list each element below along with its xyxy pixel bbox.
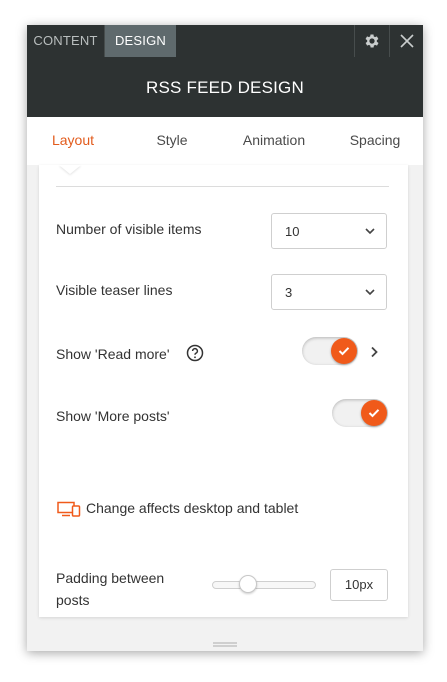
tab-spacing[interactable]: Spacing bbox=[333, 117, 417, 165]
teaser-lines-value: 3 bbox=[285, 285, 293, 300]
active-tab-pointer bbox=[59, 165, 81, 174]
desktop-tablet-icon bbox=[57, 501, 81, 517]
read-more-toggle[interactable] bbox=[302, 337, 358, 365]
checkmark-icon bbox=[338, 347, 350, 356]
read-more-label: Show 'Read more' bbox=[56, 346, 170, 362]
rss-feed-design-panel: CONTENT DESIGN RSS FEED DESIGN Layout St… bbox=[27, 25, 423, 651]
sub-tab-bar: Layout Style Animation Spacing bbox=[27, 117, 423, 165]
padding-value-input[interactable]: 10px bbox=[330, 569, 388, 601]
padding-label: Padding between posts bbox=[56, 570, 165, 608]
gear-icon bbox=[365, 34, 379, 48]
settings-button[interactable] bbox=[354, 25, 389, 57]
divider bbox=[56, 186, 389, 187]
question-circle-icon[interactable] bbox=[186, 344, 204, 362]
resize-handle-line bbox=[213, 645, 237, 647]
visible-items-label: Number of visible items bbox=[56, 221, 202, 237]
tab-style[interactable]: Style bbox=[132, 117, 212, 165]
device-note: Change affects desktop and tablet bbox=[86, 500, 299, 516]
chevron-right-icon[interactable] bbox=[370, 346, 378, 358]
more-posts-toggle[interactable] bbox=[332, 399, 388, 427]
teaser-lines-label: Visible teaser lines bbox=[56, 282, 173, 298]
chevron-down-icon bbox=[365, 289, 375, 296]
tab-design[interactable]: DESIGN bbox=[105, 25, 176, 57]
padding-slider-thumb[interactable] bbox=[239, 575, 258, 593]
close-button[interactable] bbox=[389, 25, 424, 57]
panel-title: RSS FEED DESIGN bbox=[27, 57, 423, 117]
tab-content[interactable]: CONTENT bbox=[27, 25, 105, 57]
tab-animation[interactable]: Animation bbox=[228, 117, 320, 165]
tab-layout[interactable]: Layout bbox=[27, 117, 119, 165]
padding-slider-track[interactable] bbox=[212, 581, 316, 589]
more-posts-label: Show 'More posts' bbox=[56, 408, 170, 424]
visible-items-value: 10 bbox=[285, 224, 300, 239]
close-icon bbox=[400, 34, 414, 48]
teaser-lines-select[interactable]: 3 bbox=[271, 274, 387, 310]
toggle-knob bbox=[361, 400, 387, 426]
toggle-knob bbox=[331, 338, 357, 364]
visible-items-select[interactable]: 10 bbox=[271, 213, 387, 249]
chevron-down-icon bbox=[365, 228, 375, 235]
resize-handle[interactable] bbox=[213, 642, 237, 644]
top-tab-bar: CONTENT DESIGN bbox=[27, 25, 423, 57]
layout-settings-card: Number of visible items 10 Visible tease… bbox=[39, 165, 408, 617]
checkmark-icon bbox=[368, 409, 380, 418]
